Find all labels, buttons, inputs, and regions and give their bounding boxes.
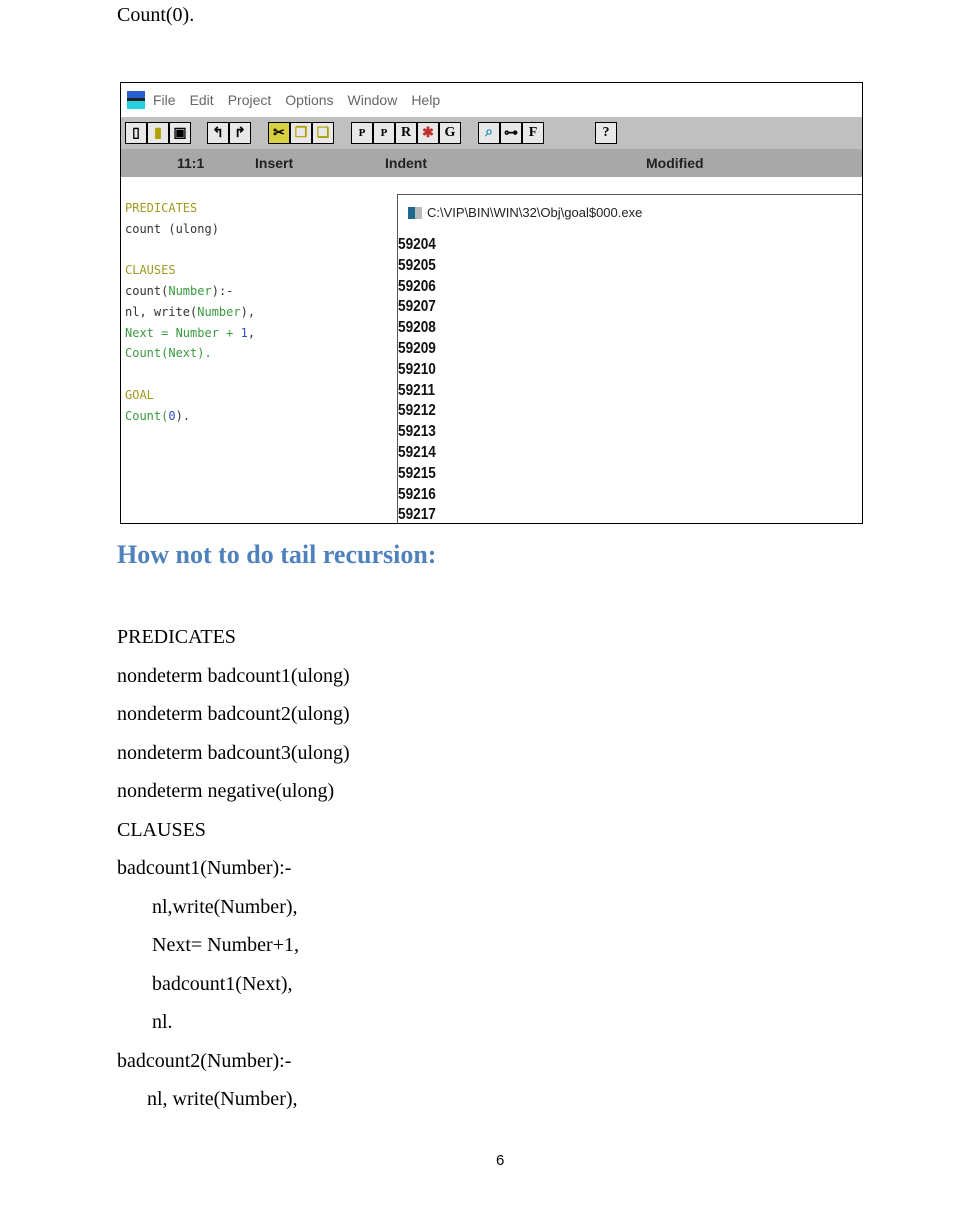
body-code-line: nondeterm badcount1(ulong): [117, 664, 350, 687]
body-code-line: nondeterm badcount3(ulong): [117, 741, 350, 764]
console-icon: [408, 206, 422, 219]
paste-icon[interactable]: ❏: [312, 122, 334, 144]
browse-icon[interactable]: ⌕: [478, 122, 500, 144]
console-output-line: 59215: [398, 464, 436, 482]
console-output-line: 59217: [398, 506, 436, 524]
menu-window[interactable]: Window: [348, 92, 398, 108]
cut-icon[interactable]: ✂: [268, 122, 290, 144]
menu-options[interactable]: Options: [285, 92, 333, 108]
code-keyword: CLAUSES: [125, 263, 176, 278]
menu-edit[interactable]: Edit: [190, 92, 214, 108]
body-code-line: Next= Number+1,: [117, 934, 299, 956]
console-output-line: 59204: [398, 236, 436, 253]
body-code-line: nl, write(Number),: [117, 1088, 298, 1110]
f-button-icon[interactable]: F: [522, 122, 544, 144]
code-line: nl, write(Number),: [125, 304, 256, 319]
console-output-line: 59211: [398, 381, 436, 399]
insert-mode: Insert: [255, 155, 294, 171]
console-output-line: 59210: [398, 360, 436, 378]
menu-file[interactable]: File: [153, 92, 176, 108]
redo-icon[interactable]: ↱: [229, 122, 251, 144]
console-output: 59204 59205 59206 59207 59208 59209 59210 59211…: [398, 235, 436, 524]
section-heading: How not to do tail recursion:: [117, 540, 437, 569]
p2-button-icon[interactable]: P: [373, 122, 395, 144]
console-output-line: 59212: [398, 402, 436, 420]
ide-screenshot: File Edit Project Options Window Help ▯ …: [120, 82, 863, 524]
indent-mode: Indent: [385, 155, 427, 171]
body-code-line: nondeterm badcount2(ulong): [117, 703, 350, 725]
console-output-line: 59214: [398, 443, 436, 461]
intro-code-line: Count(0).: [117, 4, 195, 26]
status-bar: 11:1 Insert Indent Modified: [121, 149, 862, 177]
menu-project[interactable]: Project: [228, 92, 272, 108]
save-icon[interactable]: ▣: [169, 122, 191, 144]
body-code-line: PREDICATES: [117, 626, 236, 648]
r-button-icon[interactable]: R: [395, 122, 417, 144]
page-number: 6: [496, 1152, 505, 1169]
console-output-line: 59207: [398, 298, 436, 316]
menu-bar: File Edit Project Options Window Help: [121, 83, 862, 117]
code-line: count(Number):-: [125, 283, 234, 298]
console-output-line: 59205: [398, 256, 436, 274]
body-code-line: badcount2(Number):-: [117, 1049, 292, 1072]
app-logo-icon: [127, 91, 145, 109]
copy-icon[interactable]: ❐: [290, 122, 312, 144]
menu-help[interactable]: Help: [411, 92, 440, 108]
debug-bug-icon[interactable]: ✱: [417, 122, 439, 144]
console-title: C:\VIP\BIN\WIN\32\Obj\goal$000.exe: [408, 205, 642, 220]
toolbar: ▯ ▮ ▣ ↰ ↱ ✂ ❐ ❏ P P R ✱ G ⌕ ⊶ F ?: [121, 117, 862, 149]
console-output-line: 59209: [398, 339, 436, 357]
code-line: count (ulong): [125, 221, 219, 236]
console-window: C:\VIP\BIN\WIN\32\Obj\goal$000.exe 59204…: [397, 194, 862, 524]
cursor-position: 11:1: [177, 155, 205, 171]
tree-icon[interactable]: ⊶: [500, 122, 522, 144]
modified-status: Modified: [646, 155, 704, 171]
g-button-icon[interactable]: G: [439, 122, 461, 144]
console-output-line: 59208: [398, 319, 436, 337]
open-file-icon[interactable]: ▮: [147, 122, 169, 144]
code-line: Count(Next).: [125, 346, 212, 361]
console-output-line: 59213: [398, 423, 436, 441]
console-output-line: 59206: [398, 277, 436, 295]
console-output-line: 59216: [398, 485, 436, 503]
body-code-line: nondeterm negative(ulong): [117, 780, 335, 802]
body-code-line: nl,write(Number),: [117, 895, 298, 918]
help-icon[interactable]: ?: [595, 122, 617, 144]
code-keyword: GOAL: [125, 387, 154, 402]
p-button-icon[interactable]: P: [351, 122, 373, 144]
code-line: Next = Number + 1,: [125, 325, 256, 340]
code-line: Count(0).: [125, 408, 191, 423]
body-code-line: badcount1(Next),: [117, 972, 293, 995]
body-code-line: CLAUSES: [117, 818, 206, 841]
new-file-icon[interactable]: ▯: [125, 122, 147, 144]
body-code-line: nl.: [117, 1011, 173, 1033]
undo-icon[interactable]: ↰: [207, 122, 229, 144]
body-code-line: badcount1(Number):-: [117, 857, 292, 879]
code-keyword: PREDICATES: [125, 200, 198, 215]
code-editor[interactable]: PREDICATES count (ulong) CLAUSES count(N…: [125, 177, 255, 427]
document-page: Count(0). File Edit Project Options Wind…: [0, 0, 977, 1227]
